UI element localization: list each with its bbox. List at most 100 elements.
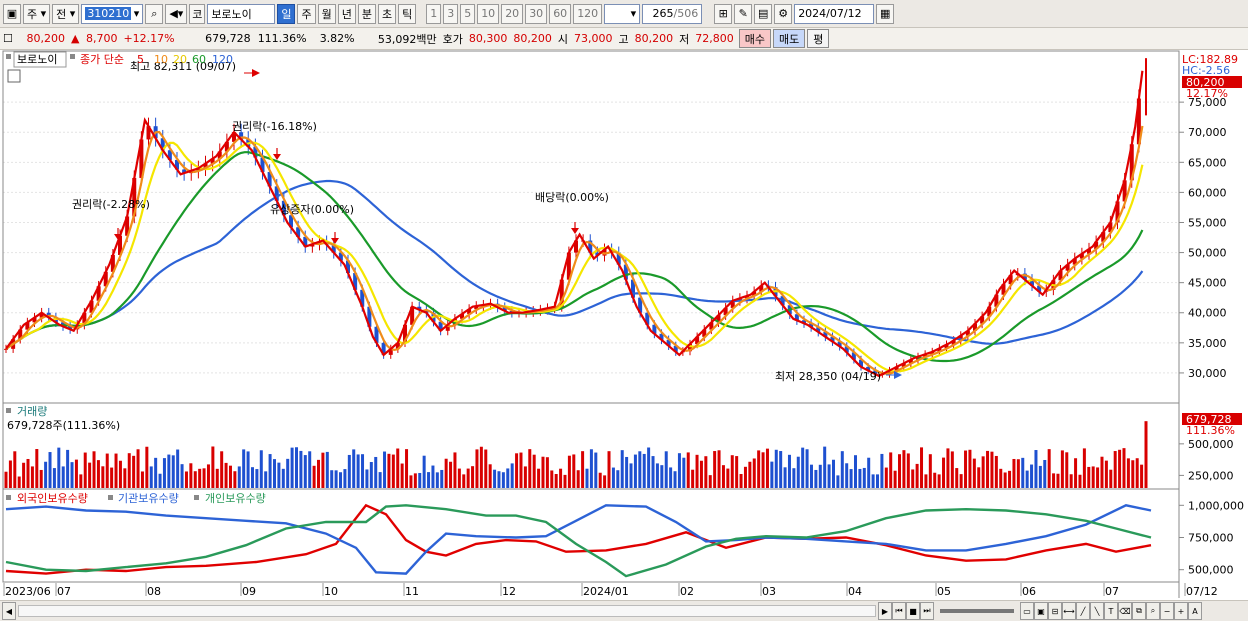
draw-icon[interactable]: ✎ — [734, 3, 753, 24]
eval-button[interactable]: 평 — [807, 29, 830, 48]
volume-bar — [347, 454, 351, 488]
zoom-slider[interactable] — [940, 609, 1014, 613]
reset-icon[interactable]: ☐ — [0, 32, 22, 45]
tab-tick[interactable]: 틱 — [398, 3, 417, 24]
num-1[interactable]: 1 — [426, 3, 442, 24]
copy-icon[interactable]: ⧉ — [1132, 602, 1146, 620]
volume-bar — [286, 458, 290, 488]
volume-bar — [994, 455, 998, 488]
magnify-icon[interactable]: ⌕ — [1146, 602, 1160, 620]
tab-minute[interactable]: 분 — [357, 3, 376, 24]
volume-bar — [840, 451, 844, 488]
count-field[interactable]: 265/506 — [642, 3, 703, 24]
grid-icon[interactable]: ⊞ — [714, 3, 733, 24]
x-tick-label: 12 — [502, 585, 516, 598]
x-tick-label: 07 — [57, 585, 71, 598]
volume-bar — [171, 455, 175, 488]
date-field[interactable]: 2024/07/12 — [794, 3, 875, 24]
stock-name-field[interactable]: 보로노이 — [207, 3, 276, 24]
stock-chart[interactable]: 최고 82,311 (09/07)권리락(-2.28%)권리락(-16.18%)… — [0, 50, 1248, 601]
volume-bar — [510, 463, 514, 488]
num-30[interactable]: 30 — [525, 3, 548, 24]
stop-icon[interactable]: ■ — [906, 602, 920, 620]
search-icon[interactable]: ⌕ — [145, 3, 164, 24]
volume-bar — [545, 457, 549, 488]
volume-bar — [721, 465, 725, 488]
scroll-right-icon[interactable]: ▶ — [878, 602, 892, 620]
volume-bar — [202, 468, 206, 488]
volume-bar — [228, 465, 232, 488]
last-icon[interactable]: ⏭ — [920, 602, 934, 620]
layout-icon-3[interactable]: ⊟ — [1048, 602, 1062, 620]
layout-icon-2[interactable]: ▣ — [1034, 602, 1048, 620]
sell-button[interactable]: 매도 — [773, 29, 806, 48]
volume-bar — [726, 468, 730, 488]
volume-bar — [669, 467, 673, 488]
zoom-minus-icon[interactable]: − — [1160, 602, 1174, 620]
volume-bar — [466, 468, 470, 488]
tab-year[interactable]: 년 — [337, 3, 356, 24]
volume-bar — [836, 475, 840, 488]
volume-bar — [211, 446, 215, 488]
volume-bar — [140, 471, 144, 488]
volume-legend-marker — [6, 408, 11, 413]
num-5[interactable]: 5 — [460, 3, 476, 24]
period-select-b[interactable]: 전 ▾ — [52, 3, 80, 24]
volume-bar — [484, 449, 488, 488]
tab-second-label: 초 — [381, 7, 393, 21]
layout-icon-1[interactable]: ▭ — [1020, 602, 1034, 620]
volume-bar — [30, 466, 34, 488]
volume-bar — [743, 466, 747, 488]
tab-day[interactable]: 일 — [277, 3, 296, 24]
volume-bar — [493, 469, 497, 488]
table-icon[interactable] — [7, 69, 21, 83]
volume-bar — [127, 453, 131, 488]
erase-icon[interactable]: ⌫ — [1118, 602, 1132, 620]
volume-bar — [8, 460, 12, 488]
volume-bar — [831, 459, 835, 488]
volume-bar — [418, 472, 422, 488]
zoom-plus-icon[interactable]: + — [1174, 602, 1188, 620]
num-10[interactable]: 10 — [477, 3, 500, 24]
tab-month[interactable]: 월 — [317, 3, 336, 24]
volume-bar — [268, 454, 272, 488]
horizontal-scrollbar[interactable] — [18, 605, 876, 617]
volume-bar — [915, 463, 919, 488]
num-3[interactable]: 3 — [443, 3, 459, 24]
buy-button[interactable]: 매수 — [738, 29, 772, 48]
volume-bar — [849, 469, 853, 488]
num-120[interactable]: 120 — [573, 3, 603, 24]
volume-bar — [686, 452, 690, 488]
num-60[interactable]: 60 — [549, 3, 572, 24]
period-select-a[interactable]: 주 ▾ — [23, 3, 51, 24]
line-tool-icon-2[interactable]: ╲ — [1090, 602, 1104, 620]
code-input[interactable]: 310210 ▾ — [81, 3, 144, 24]
interval-select[interactable]: ▾ — [604, 3, 641, 24]
tab-week[interactable]: 주 — [297, 3, 316, 24]
scroll-left-icon[interactable]: ◀ — [2, 602, 16, 620]
chart-type-icon[interactable]: ▣ — [3, 3, 21, 24]
tab-second[interactable]: 초 — [377, 3, 397, 24]
calendar-icon[interactable]: ▦ — [876, 3, 895, 24]
volume-bar — [361, 454, 365, 488]
volume-bar — [1043, 459, 1047, 488]
low-value: 72,800 — [695, 32, 734, 45]
volume-bar — [950, 451, 954, 488]
holdings-marker-3 — [194, 495, 199, 500]
first-icon[interactable]: ⏮ — [892, 602, 906, 620]
save-icon[interactable]: ▤ — [754, 3, 773, 24]
gear-icon[interactable]: ⚙ — [774, 3, 793, 24]
text-tool-icon[interactable]: T — [1104, 602, 1118, 620]
chart-annotation: 유상증자(0.00%) — [270, 203, 354, 216]
volume-bar — [1100, 456, 1104, 488]
sound-icon[interactable]: ◀▾ — [165, 3, 188, 24]
line-tool-icon[interactable]: ╱ — [1076, 602, 1090, 620]
turnover-rate: 3.82% — [319, 32, 355, 45]
volume-bar — [651, 456, 655, 488]
font-size-icon[interactable]: A — [1188, 602, 1202, 620]
volume-bar — [964, 450, 968, 488]
code-value: 310210 — [85, 7, 132, 20]
volume-bar — [17, 476, 21, 488]
num-20[interactable]: 20 — [501, 3, 524, 24]
measure-icon[interactable]: ⟷ — [1062, 602, 1076, 620]
